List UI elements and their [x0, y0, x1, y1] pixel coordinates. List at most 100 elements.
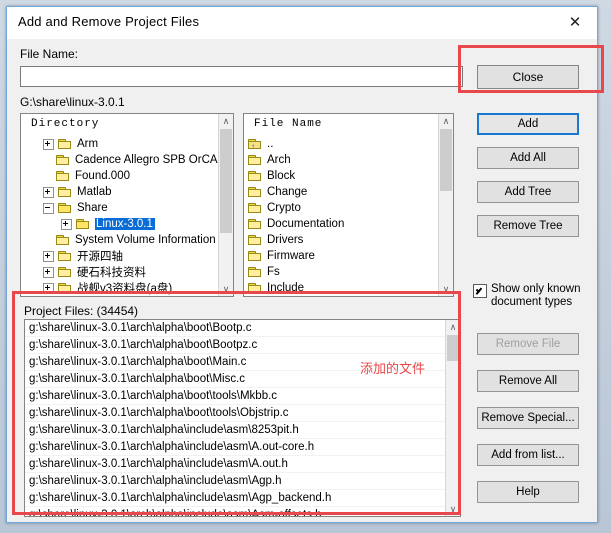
folder-open-icon	[76, 218, 91, 230]
scrollbar-thumb[interactable]	[447, 335, 459, 361]
remove-special-button[interactable]: Remove Special...	[477, 407, 579, 429]
file-name-input[interactable]	[20, 66, 463, 87]
file-item-label: Include	[267, 282, 305, 294]
file-list-item[interactable]: Drivers	[244, 232, 439, 248]
folder-open-icon	[58, 202, 73, 214]
directory-scrollbar[interactable]: ∧ ∨	[218, 114, 233, 296]
file-list-item[interactable]: Documentation	[244, 216, 439, 232]
file-list-item[interactable]: Arch	[244, 152, 439, 168]
file-list-rows[interactable]: ↑.. Arch Block Change Crypto Documentation Dri…	[244, 136, 439, 296]
folder-icon	[248, 266, 263, 278]
show-known-types-checkbox[interactable]: Show only known document types	[473, 283, 589, 308]
scroll-up-icon[interactable]: ∧	[439, 114, 453, 128]
help-button[interactable]: Help	[477, 481, 579, 503]
directory-tree-item[interactable]: Matlab	[21, 184, 219, 200]
directory-item-label: Cadence Allegro SPB OrCAD 1	[75, 154, 219, 166]
project-file-row[interactable]: g:\share\linux-3.0.1\arch\alpha\boot\too…	[25, 388, 446, 405]
file-item-label: Change	[267, 186, 308, 198]
directory-tree-item[interactable]: Arm	[21, 136, 219, 152]
project-file-row[interactable]: g:\share\linux-3.0.1\arch\alpha\include\…	[25, 422, 446, 439]
checkbox-label: Show only known document types	[491, 283, 581, 308]
add-button[interactable]: Add	[477, 113, 579, 135]
file-list-item[interactable]: Fs	[244, 264, 439, 280]
project-file-row[interactable]: g:\share\linux-3.0.1\arch\alpha\boot\too…	[25, 405, 446, 422]
directory-tree-item[interactable]: 硬石科技资料	[21, 264, 219, 280]
scroll-down-icon[interactable]: ∨	[219, 282, 233, 296]
scroll-up-icon[interactable]: ∧	[219, 114, 233, 128]
directory-tree-item[interactable]: Share	[21, 200, 219, 216]
scroll-down-icon[interactable]: ∨	[446, 502, 460, 516]
directory-tree-item[interactable]: 战舰v3资料盘(a盘)	[21, 280, 219, 296]
file-list-item[interactable]: Include	[244, 280, 439, 296]
remove-tree-button[interactable]: Remove Tree	[477, 215, 579, 237]
dialog-body: File Name: Close G:\share\linux-3.0.1 Di…	[7, 39, 597, 522]
directory-item-label: Share	[77, 202, 108, 214]
add-all-button[interactable]: Add All	[477, 147, 579, 169]
folder-icon	[248, 250, 263, 262]
file-item-label: Drivers	[267, 234, 304, 246]
directory-tree-item[interactable]: Found.000	[21, 168, 219, 184]
dialog-window: Add and Remove Project Files ✕ File Name…	[6, 6, 598, 523]
folder-icon	[248, 154, 263, 166]
directory-item-label: 战舰v3资料盘(a盘)	[77, 283, 173, 295]
file-name-panel[interactable]: File Name ↑.. Arch Block Change Crypto Docume…	[243, 113, 454, 297]
expand-plus-icon[interactable]	[61, 218, 72, 230]
project-file-row[interactable]: g:\share\linux-3.0.1\arch\alpha\include\…	[25, 456, 446, 473]
file-list-item[interactable]: Firmware	[244, 248, 439, 264]
project-file-row[interactable]: g:\share\linux-3.0.1\arch\alpha\boot\Boo…	[25, 337, 446, 354]
project-file-row[interactable]: g:\share\linux-3.0.1\arch\alpha\include\…	[25, 439, 446, 456]
folder-up-icon: ↑	[248, 138, 263, 151]
file-list-item[interactable]: Block	[244, 168, 439, 184]
directory-item-label: System Volume Information	[75, 234, 216, 246]
directory-tree-item[interactable]: Linux-3.0.1	[21, 216, 219, 232]
close-button[interactable]: Close	[477, 65, 579, 89]
folder-icon	[56, 170, 71, 182]
file-list-item[interactable]: ↑..	[244, 136, 439, 152]
expand-plus-icon[interactable]	[43, 250, 54, 262]
folder-icon	[58, 138, 73, 150]
directory-item-label: Matlab	[77, 186, 112, 198]
expand-plus-icon[interactable]	[43, 138, 54, 150]
directory-item-label: 硬石科技资料	[77, 267, 146, 279]
add-tree-button[interactable]: Add Tree	[477, 181, 579, 203]
file-list-scrollbar[interactable]: ∧ ∨	[438, 114, 453, 296]
directory-item-label: 开源四轴	[77, 251, 123, 263]
remove-file-button[interactable]: Remove File	[477, 333, 579, 355]
file-list-item[interactable]: Change	[244, 184, 439, 200]
project-file-row[interactable]: g:\share\linux-3.0.1\arch\alpha\include\…	[25, 507, 446, 516]
directory-tree-item[interactable]: System Volume Information	[21, 232, 219, 248]
close-icon[interactable]: ✕	[553, 7, 597, 38]
directory-item-label: Found.000	[75, 170, 130, 182]
project-files-scrollbar[interactable]: ∧ ∨	[445, 320, 460, 516]
scroll-up-icon[interactable]: ∧	[446, 320, 460, 334]
directory-tree-panel[interactable]: Directory Arm Cadence Allegro SPB OrCAD 1…	[20, 113, 234, 297]
directory-tree-rows[interactable]: Arm Cadence Allegro SPB OrCAD 1 Found.000 M…	[21, 136, 219, 296]
project-files-label: Project Files: (34454)	[24, 304, 139, 318]
file-item-label: ..	[267, 138, 274, 150]
directory-tree-item[interactable]: 开源四轴	[21, 248, 219, 264]
file-list-item[interactable]: Crypto	[244, 200, 439, 216]
expand-plus-icon[interactable]	[43, 282, 54, 294]
parent-dir-arrow-icon: ↑	[251, 142, 255, 151]
remove-all-button[interactable]: Remove All	[477, 370, 579, 392]
folder-icon	[248, 202, 263, 214]
project-file-row[interactable]: g:\share\linux-3.0.1\arch\alpha\include\…	[25, 490, 446, 507]
expand-plus-icon[interactable]	[43, 266, 54, 278]
project-file-row[interactable]: g:\share\linux-3.0.1\arch\alpha\include\…	[25, 473, 446, 490]
folder-icon	[248, 218, 263, 230]
directory-tree-item[interactable]: Cadence Allegro SPB OrCAD 1	[21, 152, 219, 168]
checkbox-check-icon[interactable]	[473, 284, 487, 298]
current-path-label: G:\share\linux-3.0.1	[20, 95, 125, 109]
project-files-rows[interactable]: g:\share\linux-3.0.1\arch\alpha\boot\Boo…	[25, 320, 446, 516]
add-from-list-button[interactable]: Add from list...	[477, 444, 579, 466]
scrollbar-thumb[interactable]	[440, 129, 452, 191]
project-file-row[interactable]: g:\share\linux-3.0.1\arch\alpha\boot\Boo…	[25, 320, 446, 337]
directory-panel-header: Directory	[31, 118, 100, 130]
collapse-minus-icon[interactable]	[43, 202, 54, 214]
project-files-list[interactable]: g:\share\linux-3.0.1\arch\alpha\boot\Boo…	[24, 319, 461, 517]
scrollbar-thumb[interactable]	[220, 129, 232, 233]
annotation-note-added-files: 添加的文件	[360, 362, 426, 377]
expand-plus-icon[interactable]	[43, 186, 54, 198]
file-item-label: Firmware	[267, 250, 315, 262]
scroll-down-icon[interactable]: ∨	[439, 282, 453, 296]
